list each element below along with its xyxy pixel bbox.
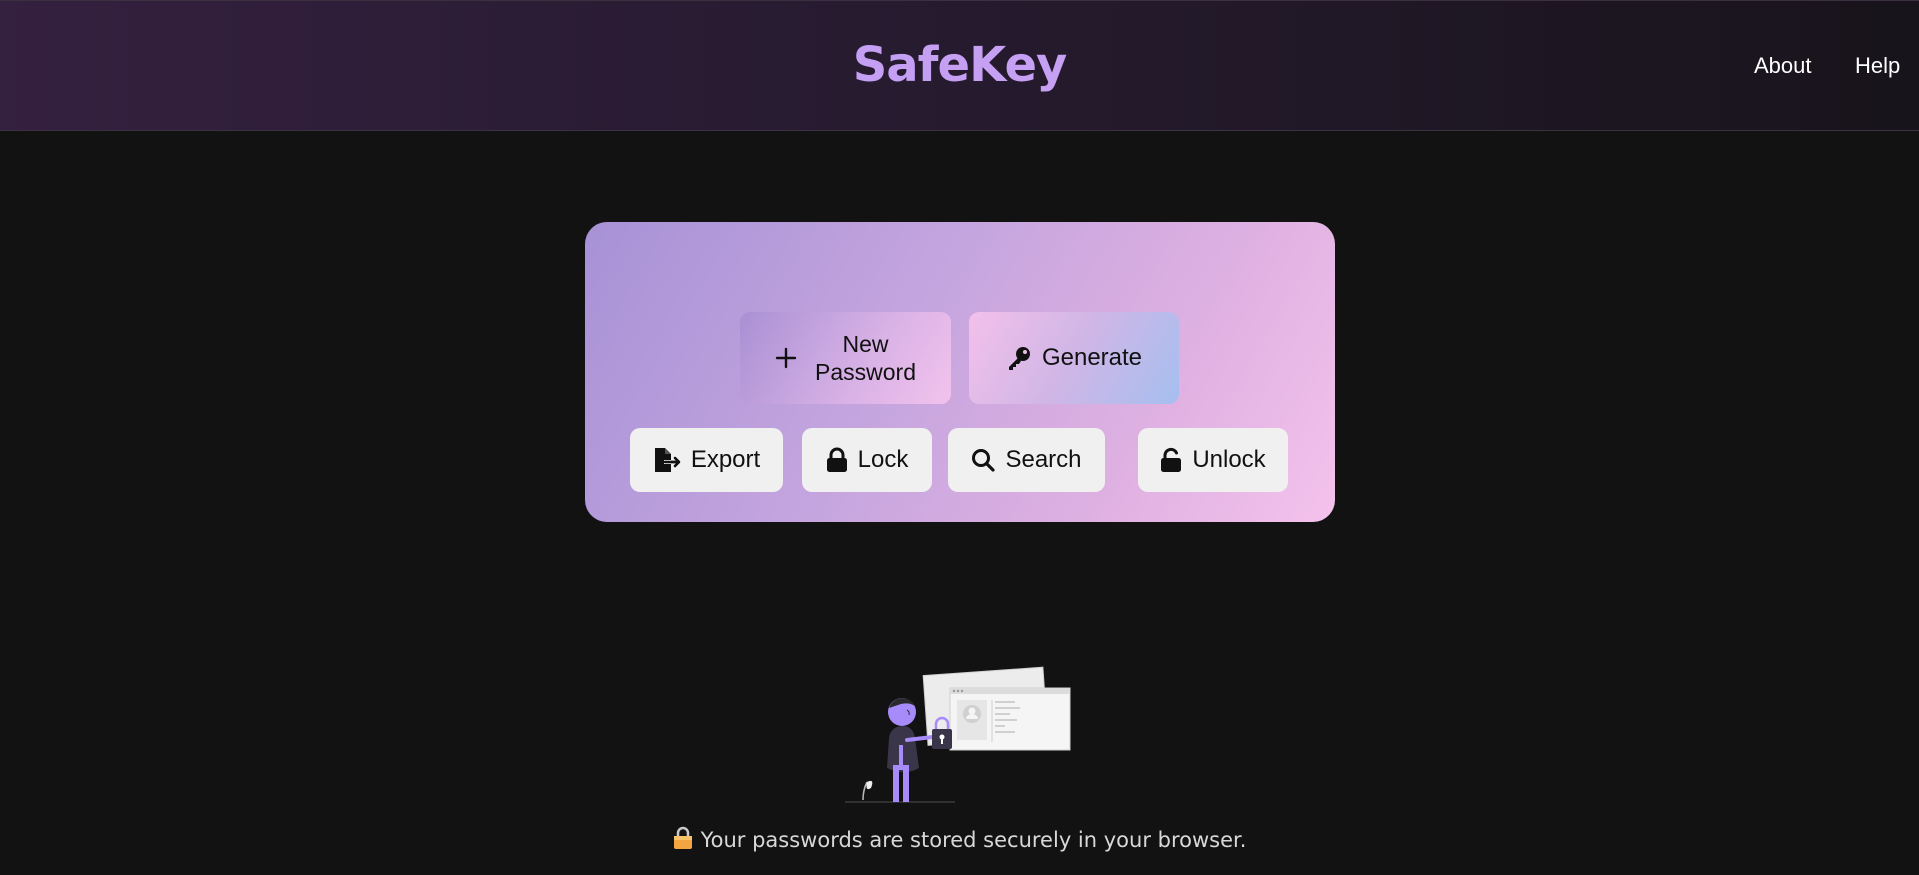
- lock-button[interactable]: Lock: [802, 428, 932, 492]
- new-password-label: New Password: [815, 330, 916, 386]
- export-button[interactable]: Export: [630, 428, 783, 492]
- lock-emoji-icon: [673, 826, 693, 855]
- nav-about-link[interactable]: About: [1754, 53, 1812, 79]
- unlock-icon: [1160, 447, 1182, 473]
- file-export-icon: [653, 447, 681, 473]
- generate-button[interactable]: Generate: [969, 312, 1179, 404]
- search-label: Search: [1005, 446, 1082, 473]
- action-panel: New Password Generate Export Lock Search…: [585, 222, 1335, 522]
- new-password-button[interactable]: New Password: [740, 312, 951, 404]
- lock-icon: [826, 447, 848, 473]
- search-icon: [971, 448, 996, 472]
- top-header: SafeKey About Help: [0, 0, 1919, 131]
- search-button[interactable]: Search: [948, 428, 1105, 492]
- key-icon: [1006, 345, 1032, 371]
- unlock-button[interactable]: Unlock: [1138, 428, 1288, 492]
- generate-label: Generate: [1041, 344, 1143, 371]
- new-password-label-line2: Password: [815, 359, 916, 385]
- lock-label: Lock: [857, 446, 909, 473]
- new-password-label-line1: New: [842, 331, 889, 357]
- brand-title: SafeKey: [0, 37, 1919, 93]
- security-illustration: [845, 660, 1075, 805]
- export-label: Export: [690, 446, 761, 473]
- nav-help-link[interactable]: Help: [1855, 53, 1900, 79]
- unlock-label: Unlock: [1192, 446, 1266, 473]
- plus-icon: [775, 347, 797, 369]
- storage-note: Your passwords are stored securely in yo…: [0, 826, 1919, 855]
- storage-note-text: Your passwords are stored securely in yo…: [700, 828, 1247, 852]
